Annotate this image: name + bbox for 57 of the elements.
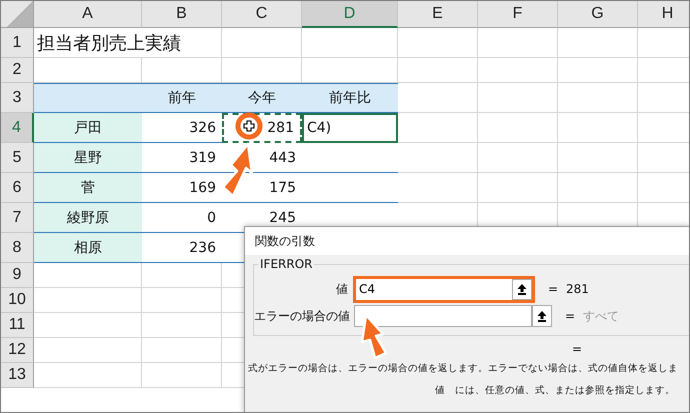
row-header[interactable]: 7 — [1, 203, 34, 233]
column-header[interactable]: G — [558, 1, 638, 28]
column-header[interactable]: B — [142, 1, 222, 28]
up-arrow-icon — [537, 310, 547, 322]
row-header[interactable]: 5 — [1, 143, 34, 173]
function-name: IFERROR — [258, 257, 314, 271]
argument-field[interactable] — [354, 305, 532, 327]
table-cell[interactable]: 326 — [142, 113, 222, 143]
row-header[interactable]: 6 — [1, 173, 34, 203]
row-header[interactable]: 2 — [1, 58, 34, 83]
highlight-circle — [236, 112, 262, 140]
sheet-title: 担当者別売上実績 — [37, 32, 181, 54]
column-heading[interactable]: 前年比 — [302, 83, 398, 113]
row-header[interactable]: 1 — [1, 28, 34, 58]
active-cell[interactable]: C4) — [302, 113, 398, 143]
row-header[interactable]: 11 — [1, 313, 34, 338]
row-header[interactable]: 13 — [1, 363, 34, 388]
table-cell[interactable]: 相原 — [34, 233, 142, 263]
range-select-button[interactable] — [532, 305, 552, 327]
table-cell[interactable]: 綾野原 — [34, 203, 142, 233]
table-cell[interactable]: 169 — [142, 173, 222, 203]
row-header[interactable]: 10 — [1, 288, 34, 313]
row-header[interactable]: 9 — [1, 263, 34, 288]
table-cell[interactable]: 星野 — [34, 143, 142, 173]
column-header[interactable]: H — [638, 1, 689, 28]
column-header[interactable]: A — [34, 1, 142, 28]
argument-field[interactable]: C4 — [356, 278, 512, 300]
up-arrow-icon — [517, 284, 527, 294]
table-cell[interactable]: 菅 — [34, 173, 142, 203]
column-header[interactable]: C — [222, 1, 302, 28]
row-header[interactable]: 3 — [1, 83, 34, 113]
select-all-button[interactable] — [1, 1, 34, 28]
argument-result: 281 — [566, 282, 589, 296]
equals-sign: = — [572, 342, 584, 356]
equals-sign: = — [548, 282, 560, 296]
range-select-button[interactable] — [512, 278, 532, 300]
row-header[interactable]: 4 — [1, 113, 34, 143]
table-cell[interactable]: 戸田 — [34, 113, 142, 143]
column-header[interactable]: E — [398, 1, 478, 28]
argument-result: すべて — [583, 308, 619, 324]
argument-help: 値 には、任意の値、式、または参照を指定します。 — [434, 384, 675, 397]
table-cell[interactable]: 319 — [142, 143, 222, 173]
table-cell[interactable]: 0 — [142, 203, 222, 233]
argument-label: 値 — [335, 280, 349, 298]
table-cell[interactable]: 236 — [142, 233, 222, 263]
row-header[interactable]: 12 — [1, 338, 34, 363]
dialog-title: 関数の引数 — [245, 227, 689, 255]
function-description: 式がエラーの場合は、エラーの場合の値を返します。エラーでない場合は、式の値自体を返しま — [247, 362, 678, 376]
column-heading[interactable]: 今年 — [222, 83, 302, 113]
column-header[interactable]: D — [302, 1, 398, 28]
column-heading[interactable]: 前年 — [142, 83, 222, 113]
argument-label: エラーの場合の値 — [254, 308, 351, 324]
table-cell[interactable] — [34, 83, 142, 113]
cursor-icon — [243, 120, 255, 132]
row-header[interactable]: 8 — [1, 233, 34, 263]
equals-sign: = — [565, 309, 576, 323]
column-header[interactable]: F — [478, 1, 558, 28]
